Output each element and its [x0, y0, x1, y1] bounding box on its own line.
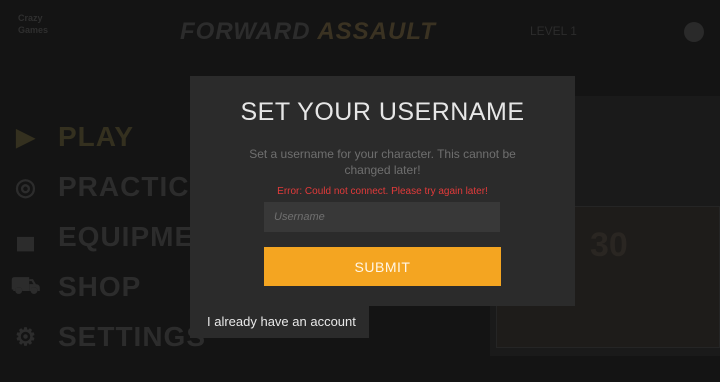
play-icon: ▶: [16, 123, 36, 151]
username-input[interactable]: [264, 202, 500, 232]
corner-logo-line2: Games: [18, 25, 49, 35]
game-logo-main: FORWARD: [180, 18, 311, 45]
menu-item-label: SETTINGS: [58, 321, 207, 352]
gear-icon: ⚙: [14, 323, 38, 351]
gun-icon: ▄: [16, 223, 35, 250]
submit-button[interactable]: SUBMIT: [264, 247, 501, 286]
currency-icon: [684, 22, 704, 42]
preview-number: 30: [590, 226, 628, 264]
error-message: Error: Could not connect. Please try aga…: [277, 186, 488, 197]
level-indicator: LEVEL 1: [530, 24, 577, 38]
target-icon: ◎: [15, 173, 37, 201]
cart-icon: ⛟: [10, 272, 42, 299]
game-logo-accent: ASSAULT: [317, 18, 436, 45]
crazygames-logo: Crazy Games: [18, 12, 88, 40]
game-logo: FORWARD ASSAULT: [180, 18, 436, 46]
game-screen: Crazy Games FORWARD ASSAULT LEVEL 1 ▶ PL…: [0, 0, 720, 382]
corner-logo-line1: Crazy: [18, 13, 43, 23]
menu-item-label: SHOP: [58, 271, 142, 302]
dialog-title: SET YOUR USERNAME: [240, 98, 525, 126]
background-header: Crazy Games FORWARD ASSAULT LEVEL 1: [0, 0, 720, 64]
menu-item-label: PRACTICE: [58, 171, 210, 202]
existing-account-button[interactable]: I already have an account: [190, 306, 369, 338]
menu-item-label: PLAY: [58, 121, 135, 152]
set-username-dialog: SET YOUR USERNAME Set a username for you…: [190, 76, 575, 306]
dialog-description: Set a username for your character. This …: [249, 147, 516, 177]
